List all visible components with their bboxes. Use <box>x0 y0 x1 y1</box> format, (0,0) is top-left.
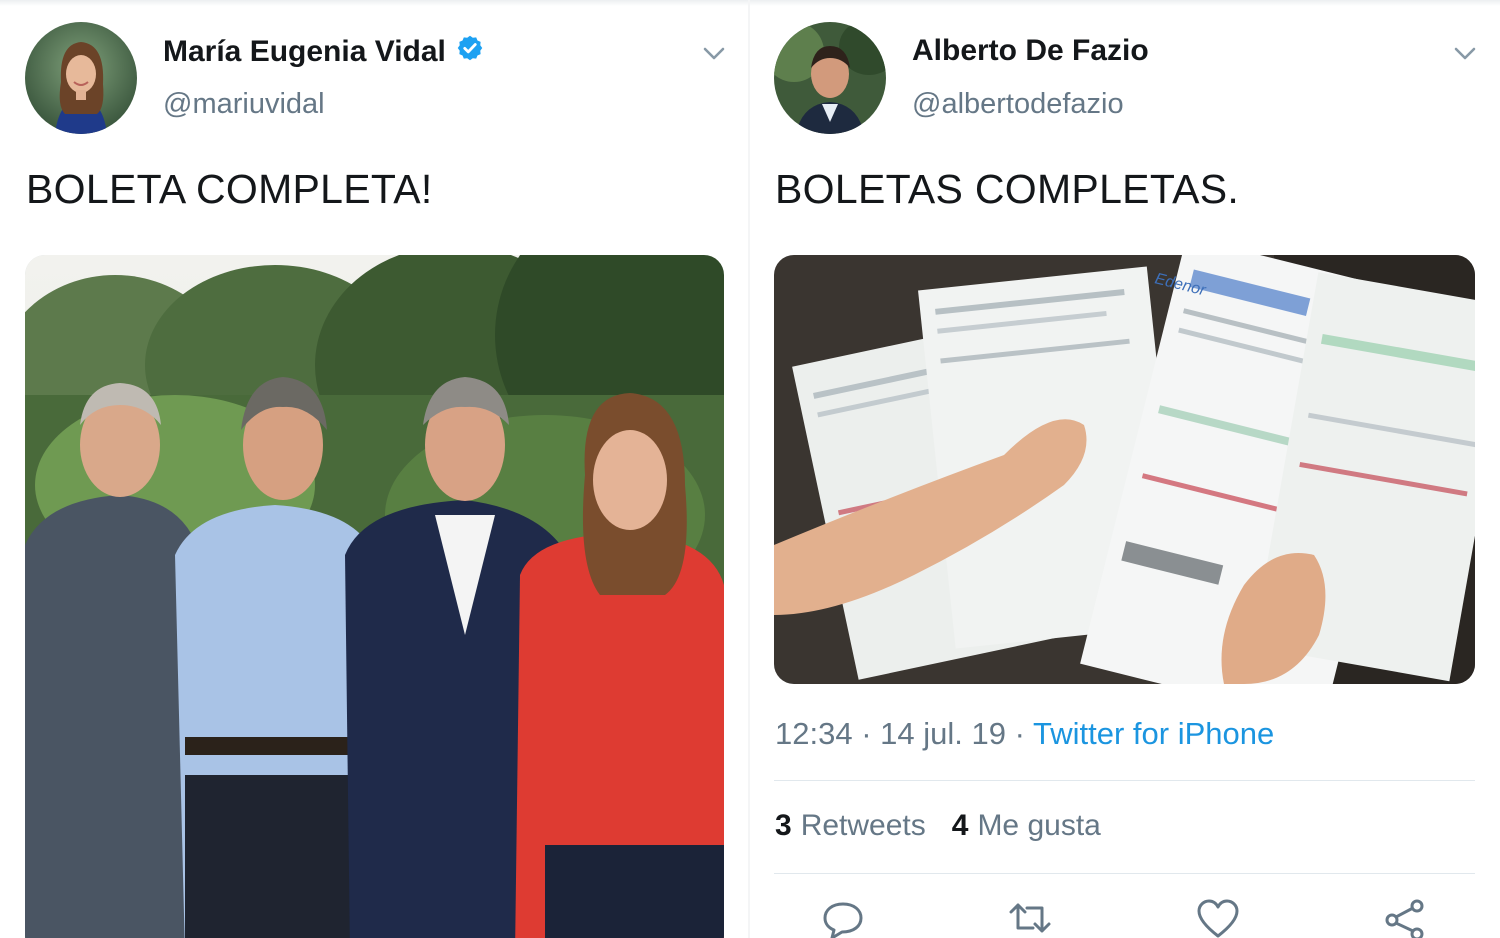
tweet-timestamp-line: 12:34 · 14 jul. 19 · Twitter for iPhone <box>775 716 1274 752</box>
handle[interactable]: @mariuvidal <box>163 88 325 121</box>
likes-stat[interactable]: 4 Me gusta <box>952 809 1101 843</box>
screenshot-collage: María Eugenia Vidal @mariuvidal BOLETA C… <box>0 0 1500 938</box>
divider-line <box>774 873 1475 874</box>
tweet-photo[interactable] <box>25 255 724 938</box>
retweets-label: Retweets <box>800 809 926 842</box>
tweet-photo[interactable]: Edenor <box>774 255 1475 684</box>
retweets-stat[interactable]: 3 Retweets <box>775 809 926 843</box>
separator: · <box>1014 716 1025 751</box>
display-name-text: María Eugenia Vidal <box>163 35 446 68</box>
divider-line <box>774 780 1475 781</box>
chevron-down-icon[interactable] <box>1450 40 1480 68</box>
like-icon[interactable] <box>1195 898 1241 938</box>
share-icon[interactable] <box>1382 898 1428 938</box>
retweet-icon[interactable] <box>1007 898 1053 938</box>
chevron-down-icon[interactable] <box>699 40 729 68</box>
tweet-stats: 3 Retweets 4 Me gusta <box>775 809 1101 843</box>
tweet-text: BOLETA COMPLETA! <box>26 166 433 212</box>
verified-badge-icon <box>456 34 484 70</box>
display-name[interactable]: María Eugenia Vidal <box>163 34 484 70</box>
display-name[interactable]: Alberto De Fazio <box>912 34 1149 68</box>
separator: · <box>861 716 872 751</box>
likes-count: 4 <box>951 809 969 842</box>
likes-label: Me gusta <box>977 809 1101 842</box>
source-link[interactable]: Twitter for iPhone <box>1033 716 1274 751</box>
handle[interactable]: @albertodefazio <box>912 88 1124 121</box>
tweet-defazio: Alberto De Fazio @albertodefazio BOLETAS… <box>750 0 1500 938</box>
tweet-text: BOLETAS COMPLETAS. <box>775 166 1240 212</box>
avatar-vidal[interactable] <box>25 22 137 134</box>
retweets-count: 3 <box>775 809 792 842</box>
date[interactable]: 14 jul. 19 <box>880 716 1006 751</box>
reply-icon[interactable] <box>820 898 866 938</box>
time: 12:34 <box>775 716 853 751</box>
avatar-defazio[interactable] <box>774 22 886 134</box>
display-name-text: Alberto De Fazio <box>912 34 1149 67</box>
tweet-vidal: María Eugenia Vidal @mariuvidal BOLETA C… <box>0 0 750 938</box>
